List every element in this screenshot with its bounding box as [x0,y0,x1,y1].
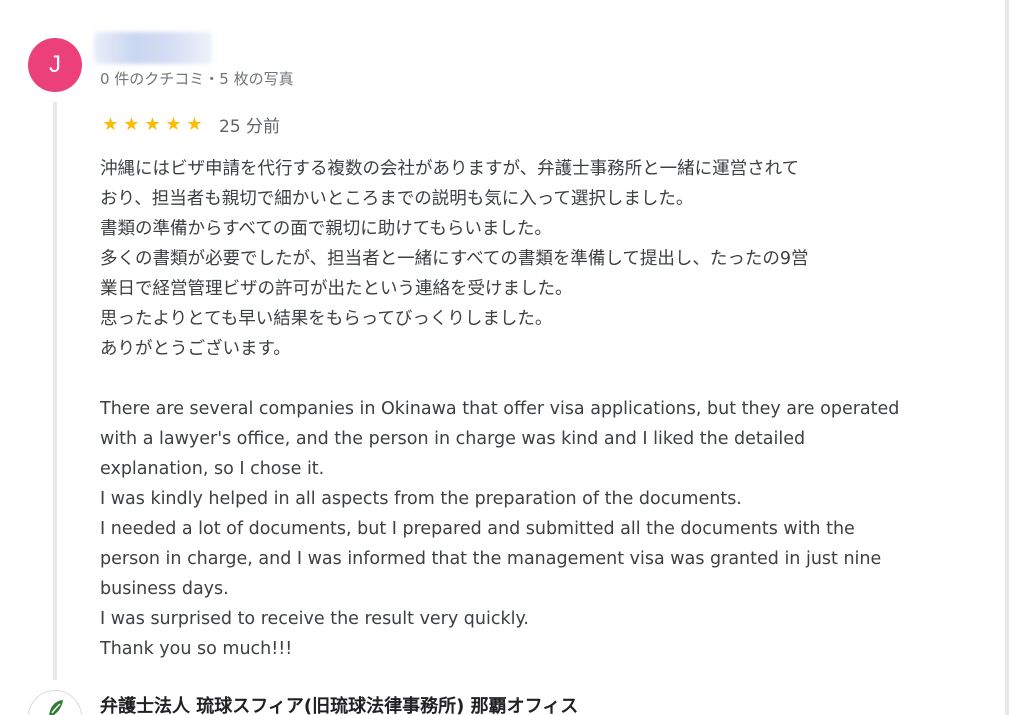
review-text-line: business days. [100,579,229,599]
review-text-line: person in charge, and I was informed tha… [100,549,882,569]
leaf-logo-icon [49,700,63,715]
star-icon: ★ [186,113,203,135]
review-thread-line [53,102,57,680]
owner-response-name[interactable]: 弁護士法人 琉球スフィア(旧琉球法律事務所) 那覇オフィス [100,692,578,715]
star-rating: ★ ★ ★ ★ ★ [100,113,205,135]
review-text-line: 思ったよりとても早い結果をもらってびっくりしました。 [100,309,553,329]
scrollbar[interactable] [1005,0,1009,715]
reviewer-meta[interactable]: 0 件のクチコミ・5 枚の写真 [100,68,294,89]
review-text-line: I was kindly helped in all aspects from … [100,489,742,509]
review-text-line: 沖縄にはビザ申請を代行する複数の会社がありますが、弁護士事務所と一緒に運営されて [100,159,800,179]
rating-row: ★ ★ ★ ★ ★ 25 分前 [100,112,280,137]
star-icon: ★ [123,113,140,135]
review-text-line: explanation, so I chose it. [100,459,325,479]
avatar-letter: J [49,51,61,78]
review-time-ago: 25 分前 [219,117,281,137]
review-text-line: I was surprised to receive the result ve… [100,609,529,629]
review-text-blank-line [100,364,980,394]
review-text-line: ありがとうございます。 [100,339,291,359]
review-text-line: There are several companies in Okinawa t… [100,399,900,419]
review-panel: J 0 件のクチコミ・5 枚の写真 ★ ★ ★ ★ ★ 25 分前 沖縄にはビザ… [0,0,1009,715]
review-text-line: I needed a lot of documents, but I prepa… [100,519,855,539]
reviewer-avatar[interactable]: J [28,38,82,92]
review-text-line: 書類の準備からすべての面で親切に助けてもらいました。 [100,219,552,239]
review-text-line: Thank you so much!!! [100,639,293,659]
star-icon: ★ [165,113,182,135]
owner-logo[interactable] [28,690,82,715]
reviewer-name-redacted[interactable] [94,32,212,64]
review-text-line: with a lawyer's office, and the person i… [100,429,806,449]
review-text: 沖縄にはビザ申請を代行する複数の会社がありますが、弁護士事務所と一緒に運営されて… [100,154,980,664]
star-icon: ★ [102,113,119,135]
review-text-line: おり、担当者も親切で細かいところまでの説明も気に入って選択しました。 [100,189,694,209]
star-icon: ★ [144,113,161,135]
review-text-line: 業日で経営管理ビザの許可が出たという連絡を受けました。 [100,279,573,299]
review-text-line: 多くの書類が必要でしたが、担当者と一緒にすべての書類を準備して提出し、たったの9… [100,249,809,269]
